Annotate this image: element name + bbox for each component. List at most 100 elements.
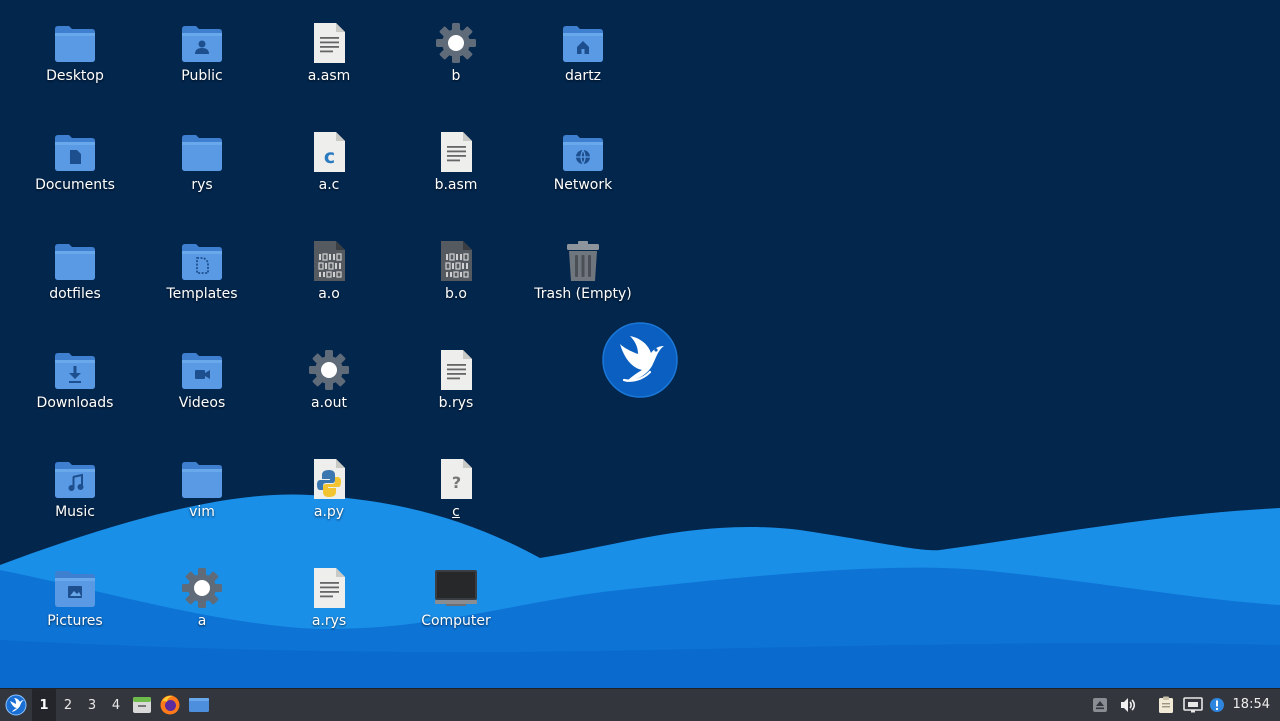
desktop-icon-label: Public [181,68,223,84]
desktop-icon-label: dotfiles [49,286,101,302]
desktop-icon-b-asm[interactable]: b.asm [401,114,511,214]
desktop-icon-label: b [451,68,461,84]
desktop-icon-c[interactable]: ? c [401,441,511,541]
desktop-icon-label: Trash (Empty) [534,286,632,302]
desktop-icon-a-py[interactable]: a.py [274,441,384,541]
desktop-icon-a-out[interactable]: a.out [274,332,384,432]
workspace-3-button[interactable]: 3 [80,689,104,721]
python-file-icon [314,459,345,499]
update-notifier-icon [1210,698,1224,712]
desktop-icon-pictures[interactable]: Pictures [20,550,130,650]
eject-icon [1093,698,1107,712]
desktop-icon-a[interactable]: a [147,550,257,650]
desktop-icon-label: dartz [564,68,602,84]
desktop-icon-network[interactable]: Network [528,114,638,214]
firefox-launcher[interactable] [156,689,184,721]
executable-gear-icon [309,350,349,390]
desktop-icon-b[interactable]: b [401,5,511,105]
desktop-icon-label: a.asm [307,68,351,84]
taskbar: 1234 18:54 [0,688,1280,721]
clock[interactable]: 18:54 [1233,689,1270,721]
desktop-icon-a-rys[interactable]: a.rys [274,550,384,650]
folder-videos-icon [182,353,222,389]
desktop-icon-downloads[interactable]: Downloads [20,332,130,432]
desktop-icon-dotfiles[interactable]: dotfiles [20,223,130,323]
text-file-icon [441,132,472,172]
desktop-icon-label: Computer [421,613,491,629]
svg-text:c: c [324,146,335,168]
folder-plain-icon [182,135,222,171]
desktop-icon-label: Templates [166,286,238,302]
desktop-icon-a-asm[interactable]: a.asm [274,5,384,105]
volume-icon [1121,698,1136,712]
folder-music-icon [55,462,95,498]
c-source-file-icon: c [314,132,345,172]
desktop-icon-label: b.o [445,286,467,302]
desktop-icon-label: a.out [311,395,347,411]
desktop-icon-label: Documents [35,177,115,193]
desktop-icon-label: Videos [178,395,226,411]
clipboard-tray-button[interactable] [1154,689,1178,721]
show-desktop-launcher[interactable] [184,689,214,721]
folder-home-icon [563,26,603,62]
desktop-icon-public[interactable]: Public [147,5,257,105]
file-manager-launcher[interactable] [128,689,156,721]
desktop-icon-computer[interactable]: Computer [401,550,511,650]
start-menu-button[interactable] [0,689,32,721]
folder-download-icon [55,353,95,389]
show-desktop-icon [189,698,209,712]
workspace-2-button[interactable]: 2 [56,689,80,721]
desktop-icon-templates[interactable]: Templates [147,223,257,323]
folder-templates-icon [182,244,222,280]
desktop-icon-rys[interactable]: rys [147,114,257,214]
folder-public-icon [182,26,222,62]
desktop-icon-label: a.o [318,286,340,302]
workspace-4-button[interactable]: 4 [104,689,128,721]
volume-tray-button[interactable] [1116,689,1140,721]
desktop-icon-music[interactable]: Music [20,441,130,541]
folder-plain-icon [182,462,222,498]
desktop-icon-label: Downloads [36,395,114,411]
svg-text:?: ? [452,473,461,492]
desktop-icon-label: Music [55,504,95,520]
executable-gear-icon [436,23,476,63]
desktop-icon-a-c[interactable]: c a.c [274,114,384,214]
desktop-icon-label: c [452,504,460,520]
unknown-file-icon: ? [441,459,472,499]
desktop-icon-b-rys[interactable]: b.rys [401,332,511,432]
text-file-icon [314,23,345,63]
update-notifier-tray-button[interactable] [1207,689,1227,721]
desktop-icon-documents[interactable]: Documents [20,114,130,214]
workspace-switcher: 1234 [32,689,128,721]
desktop-icon-label: rys [191,177,213,193]
network-tray-button[interactable] [1181,689,1205,721]
folder-pictures-icon [55,571,95,607]
desktop-icon-a-o[interactable]: a.o [274,223,384,323]
desktop-icon-desktop[interactable]: Desktop [20,5,130,105]
desktop-icon-vim[interactable]: vim [147,441,257,541]
firefox-icon [160,695,180,715]
desktop-icon-trash-empty[interactable]: Trash (Empty) [528,223,638,323]
desktop[interactable]: Desktop Documents dotfiles Downloads Music Pi… [0,0,1280,688]
eject-tray-button[interactable] [1088,689,1112,721]
workspace-1-button[interactable]: 1 [32,689,56,721]
desktop-icon-label: Network [553,177,613,193]
desktop-icon-dartz[interactable]: dartz [528,5,638,105]
folder-plain-icon [55,244,95,280]
desktop-icon-label: a [197,613,207,629]
desktop-icon-b-o[interactable]: b.o [401,223,511,323]
text-file-icon [441,350,472,390]
desktop-icon-label: a.c [318,177,340,193]
linux-lite-menu-icon [5,694,27,716]
desktop-icon-videos[interactable]: Videos [147,332,257,432]
computer-icon [435,570,477,606]
desktop-icon-label: Desktop [46,68,104,84]
network-icon [1183,697,1203,713]
binary-file-icon [441,241,472,281]
clipboard-icon [1159,696,1173,713]
linux-lite-logo [602,322,678,398]
desktop-icon-label: vim [189,504,215,520]
desktop-icon-label: Pictures [47,613,103,629]
desktop-icon-label: a.rys [311,613,347,629]
folder-documents-icon [55,135,95,171]
